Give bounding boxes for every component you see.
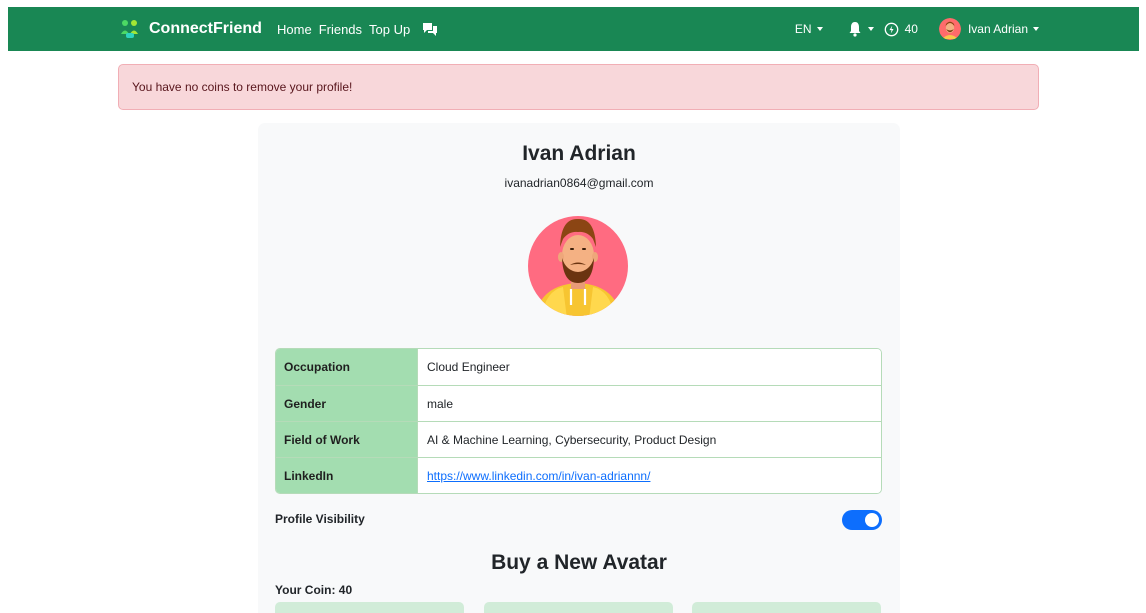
navbar: ConnectFriend Home Friends Top Up EN 40 … <box>8 7 1139 51</box>
language-label: EN <box>794 22 812 36</box>
alert-message: You have no coins to remove your profile… <box>132 80 353 94</box>
coin-icon <box>884 22 898 36</box>
table-row: LinkedIn https://www.linkedin.com/in/iva… <box>276 457 881 493</box>
avatar-shop-card[interactable] <box>484 602 673 613</box>
chevron-down-icon <box>1033 27 1039 31</box>
chevron-down-icon <box>867 27 874 31</box>
field-of-work-value: AI & Machine Learning, Cybersecurity, Pr… <box>417 422 881 457</box>
language-dropdown[interactable]: EN <box>795 22 823 36</box>
profile-details-table: Occupation Cloud Engineer Gender male Fi… <box>275 348 882 494</box>
your-coin-label: Your Coin: 40 <box>275 583 353 597</box>
user-avatar-icon <box>938 18 961 40</box>
profile-name: Ivan Adrian <box>522 142 636 165</box>
coin-balance: 40 <box>884 22 918 37</box>
field-of-work-label: Field of Work <box>276 422 417 457</box>
brand-name: ConnectFriend <box>149 20 262 37</box>
nav-link-friends[interactable]: Friends <box>319 22 362 37</box>
profile-email: ivanadrian0864@gmail.com <box>504 176 654 190</box>
profile-visibility-toggle[interactable] <box>842 510 882 530</box>
linkedin-label: LinkedIn <box>276 458 417 493</box>
chevron-down-icon <box>816 27 823 31</box>
bell-icon <box>849 22 861 37</box>
avatar-shop-card[interactable] <box>692 602 881 613</box>
nav-link-home[interactable]: Home <box>277 22 312 37</box>
table-row: Field of Work AI & Machine Learning, Cyb… <box>276 421 881 457</box>
table-row: Occupation Cloud Engineer <box>276 349 881 385</box>
profile-card: Ivan Adrian ivanadrian0864@gmail.com Occ… <box>258 123 900 613</box>
occupation-label: Occupation <box>276 349 417 385</box>
toggle-knob <box>865 513 879 527</box>
occupation-value: Cloud Engineer <box>417 349 881 385</box>
gender-value: male <box>417 386 881 421</box>
gender-label: Gender <box>276 386 417 421</box>
linkedin-cell: https://www.linkedin.com/in/ivan-adriann… <box>417 458 881 493</box>
chat-bubbles-icon[interactable] <box>422 21 438 37</box>
avatar-shop-card[interactable] <box>275 602 464 613</box>
table-row: Gender male <box>276 385 881 421</box>
connectfriend-logo-icon <box>121 20 138 38</box>
no-coins-alert: You have no coins to remove your profile… <box>118 64 1039 110</box>
nav-link-top-up[interactable]: Top Up <box>369 22 410 37</box>
user-name: Ivan Adrian <box>967 22 1028 36</box>
user-dropdown[interactable]: Ivan Adrian <box>938 18 1039 40</box>
coin-count: 40 <box>904 22 918 36</box>
linkedin-link[interactable]: https://www.linkedin.com/in/ivan-adriann… <box>427 469 650 483</box>
notification-dropdown[interactable] <box>847 21 874 37</box>
bearded-man-avatar-icon <box>528 216 628 316</box>
brand-logo[interactable]: ConnectFriend <box>119 7 262 51</box>
profile-visibility-label: Profile Visibility <box>275 512 365 526</box>
buy-avatar-title: Buy a New Avatar <box>491 551 667 574</box>
